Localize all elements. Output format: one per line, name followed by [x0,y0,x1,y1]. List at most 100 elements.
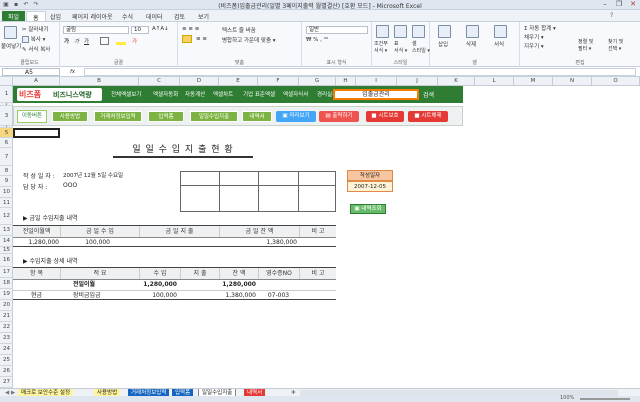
format-cells-button[interactable]: 서식 [494,40,504,48]
sort-filter-button[interactable]: 정렬 및 필터 ▾ [578,38,593,52]
menu-link[interactable]: 엑셀자식사 [283,90,308,98]
row-header[interactable]: 1 [0,86,13,103]
search-button[interactable]: 검색 [423,90,434,99]
bizform-logo[interactable]: 비즈폼 비즈니스역량 [17,88,102,101]
side-date-value[interactable]: 2007-12-05 [347,181,393,192]
tab-review[interactable]: 검토 [168,11,191,21]
column-header[interactable]: O [592,77,640,86]
row-header[interactable]: 16 [0,254,13,267]
minimize-icon[interactable]: – [598,0,612,9]
selected-cell[interactable] [13,128,60,138]
insert-cells-icon[interactable] [438,25,451,38]
row-header[interactable]: 15 [0,247,13,254]
merge-center-button[interactable]: 병합하고 가운데 맞춤 ▾ [222,36,276,44]
column-header[interactable]: J [397,77,438,86]
insert-cells-button[interactable]: 삽입 [438,40,448,48]
font-color-icon[interactable]: 가 [132,37,137,45]
input-form-button[interactable]: 입력폼 [148,111,184,122]
conditional-format-icon[interactable] [376,25,389,38]
align-right-icon[interactable]: ≡ ≡ [196,36,207,42]
search-input[interactable]: 입출금관리 [333,89,419,100]
column-header[interactable]: F [258,77,299,86]
clear-button[interactable]: 지우기 ▾ [524,42,544,50]
preview-button[interactable]: ▣ 미리보기 [276,111,316,122]
row-header[interactable]: 18 [0,278,13,289]
number-format-select[interactable]: 일반 [306,26,368,34]
worksheet-grid[interactable]: 비즈폼 비즈니스역량 전체엑셀보기 엑셀자동화 자동계산 엑셀차트 기업 표준엑… [13,86,640,388]
help-icon[interactable]: ? [610,12,613,19]
row-header[interactable]: 21 [0,311,13,322]
conditional-format-button[interactable]: 조건부 서식 ▾ [374,40,388,54]
column-header[interactable]: N [553,77,592,86]
zoom-slider[interactable] [580,398,630,400]
border-icon[interactable] [100,37,109,45]
column-header[interactable]: M [514,77,553,86]
column-header[interactable]: B [60,77,139,86]
column-header[interactable]: A [13,77,60,86]
print-button[interactable]: ▤ 출력하기 [319,111,359,122]
tab-view[interactable]: 보기 [192,11,215,21]
column-header[interactable]: L [475,77,514,86]
column-header[interactable]: K [438,77,475,86]
customer-info-button[interactable]: 거래처정보입력 [94,111,142,122]
row-header[interactable]: 22 [0,322,13,333]
format-cells-icon[interactable] [494,25,507,38]
autosum-button[interactable]: Σ 자동 합계 ▾ [524,24,556,32]
column-header[interactable]: C [139,77,180,86]
align-center-icon[interactable] [182,35,192,43]
restore-icon[interactable]: ❐ [612,0,626,9]
row-header[interactable]: 27 [0,377,13,388]
row-header[interactable]: 24 [0,344,13,355]
row-header[interactable]: 6 [0,138,13,148]
paste-icon[interactable] [4,26,17,39]
tab-formulas[interactable]: 수식 [116,11,139,21]
fill-color-icon[interactable] [116,37,126,45]
menu-link[interactable]: 기업 표준엑셀 [243,90,275,98]
column-header[interactable]: D [180,77,219,86]
row-header[interactable]: 9 [0,176,13,187]
find-select-button[interactable]: 찾기 및 선택 ▾ [608,38,623,52]
select-all-corner[interactable] [0,77,13,86]
row-header[interactable]: 7 [0,148,13,166]
paste-button[interactable]: 붙여넣기 [1,42,21,50]
italic-icon[interactable]: 가 [74,37,79,45]
bold-icon[interactable]: 가 [64,37,69,45]
tab-data[interactable]: 데이터 [140,11,169,21]
column-header[interactable]: E [219,77,258,86]
row-header[interactable]: 19 [0,289,13,300]
protect-sheet-button[interactable]: ■ 시트보호 [366,111,404,122]
statement-button[interactable]: 내역서 [242,111,272,122]
delete-cells-icon[interactable] [466,25,479,38]
row-header[interactable]: 3 [0,106,13,126]
name-box[interactable]: A5 [2,68,60,76]
cut-button[interactable]: ✂ 잘라내기 [22,25,49,33]
menu-link[interactable]: 엑셀차트 [213,90,233,98]
wrap-text-button[interactable]: 텍스트 줄 바꿈 [222,26,256,34]
copy-button[interactable]: 복사 ▾ [22,35,45,43]
column-header[interactable]: I [356,77,397,86]
tab-page-layout[interactable]: 페이지 레이아웃 [66,11,119,21]
row-header[interactable]: 5 [0,128,13,138]
formula-input[interactable] [84,68,636,76]
menu-link[interactable]: 엑셀자동화 [153,90,178,98]
format-painter-button[interactable]: ✎ 서식 복사 [22,45,50,53]
menu-link[interactable]: 전체엑셀보기 [111,90,141,98]
align-top-icon[interactable]: ≡ ≡ ≡ [182,26,199,32]
column-header[interactable]: G [299,77,336,86]
font-size-select[interactable]: 10 [131,26,149,34]
tab-insert[interactable]: 삽입 [44,11,67,21]
currency-icon[interactable]: ₩ % , ⁰⁰ [306,37,328,43]
row-header[interactable]: 23 [0,333,13,344]
close-icon[interactable]: ✕ [626,0,640,9]
row-header[interactable]: 26 [0,366,13,377]
lookup-button[interactable]: ▣ 내역조회 [350,204,386,214]
fx-icon[interactable]: fx [70,69,75,75]
table-format-button[interactable]: 표 서식 ▾ [394,40,407,54]
row-header[interactable]: 17 [0,267,13,278]
row-header[interactable]: 13 [0,225,13,236]
row-header[interactable]: 12 [0,208,13,225]
table-format-icon[interactable] [394,25,407,38]
fill-button[interactable]: 채우기 ▾ [524,33,544,41]
row-header[interactable]: 20 [0,300,13,311]
usage-button[interactable]: 사용방법 [52,111,88,122]
